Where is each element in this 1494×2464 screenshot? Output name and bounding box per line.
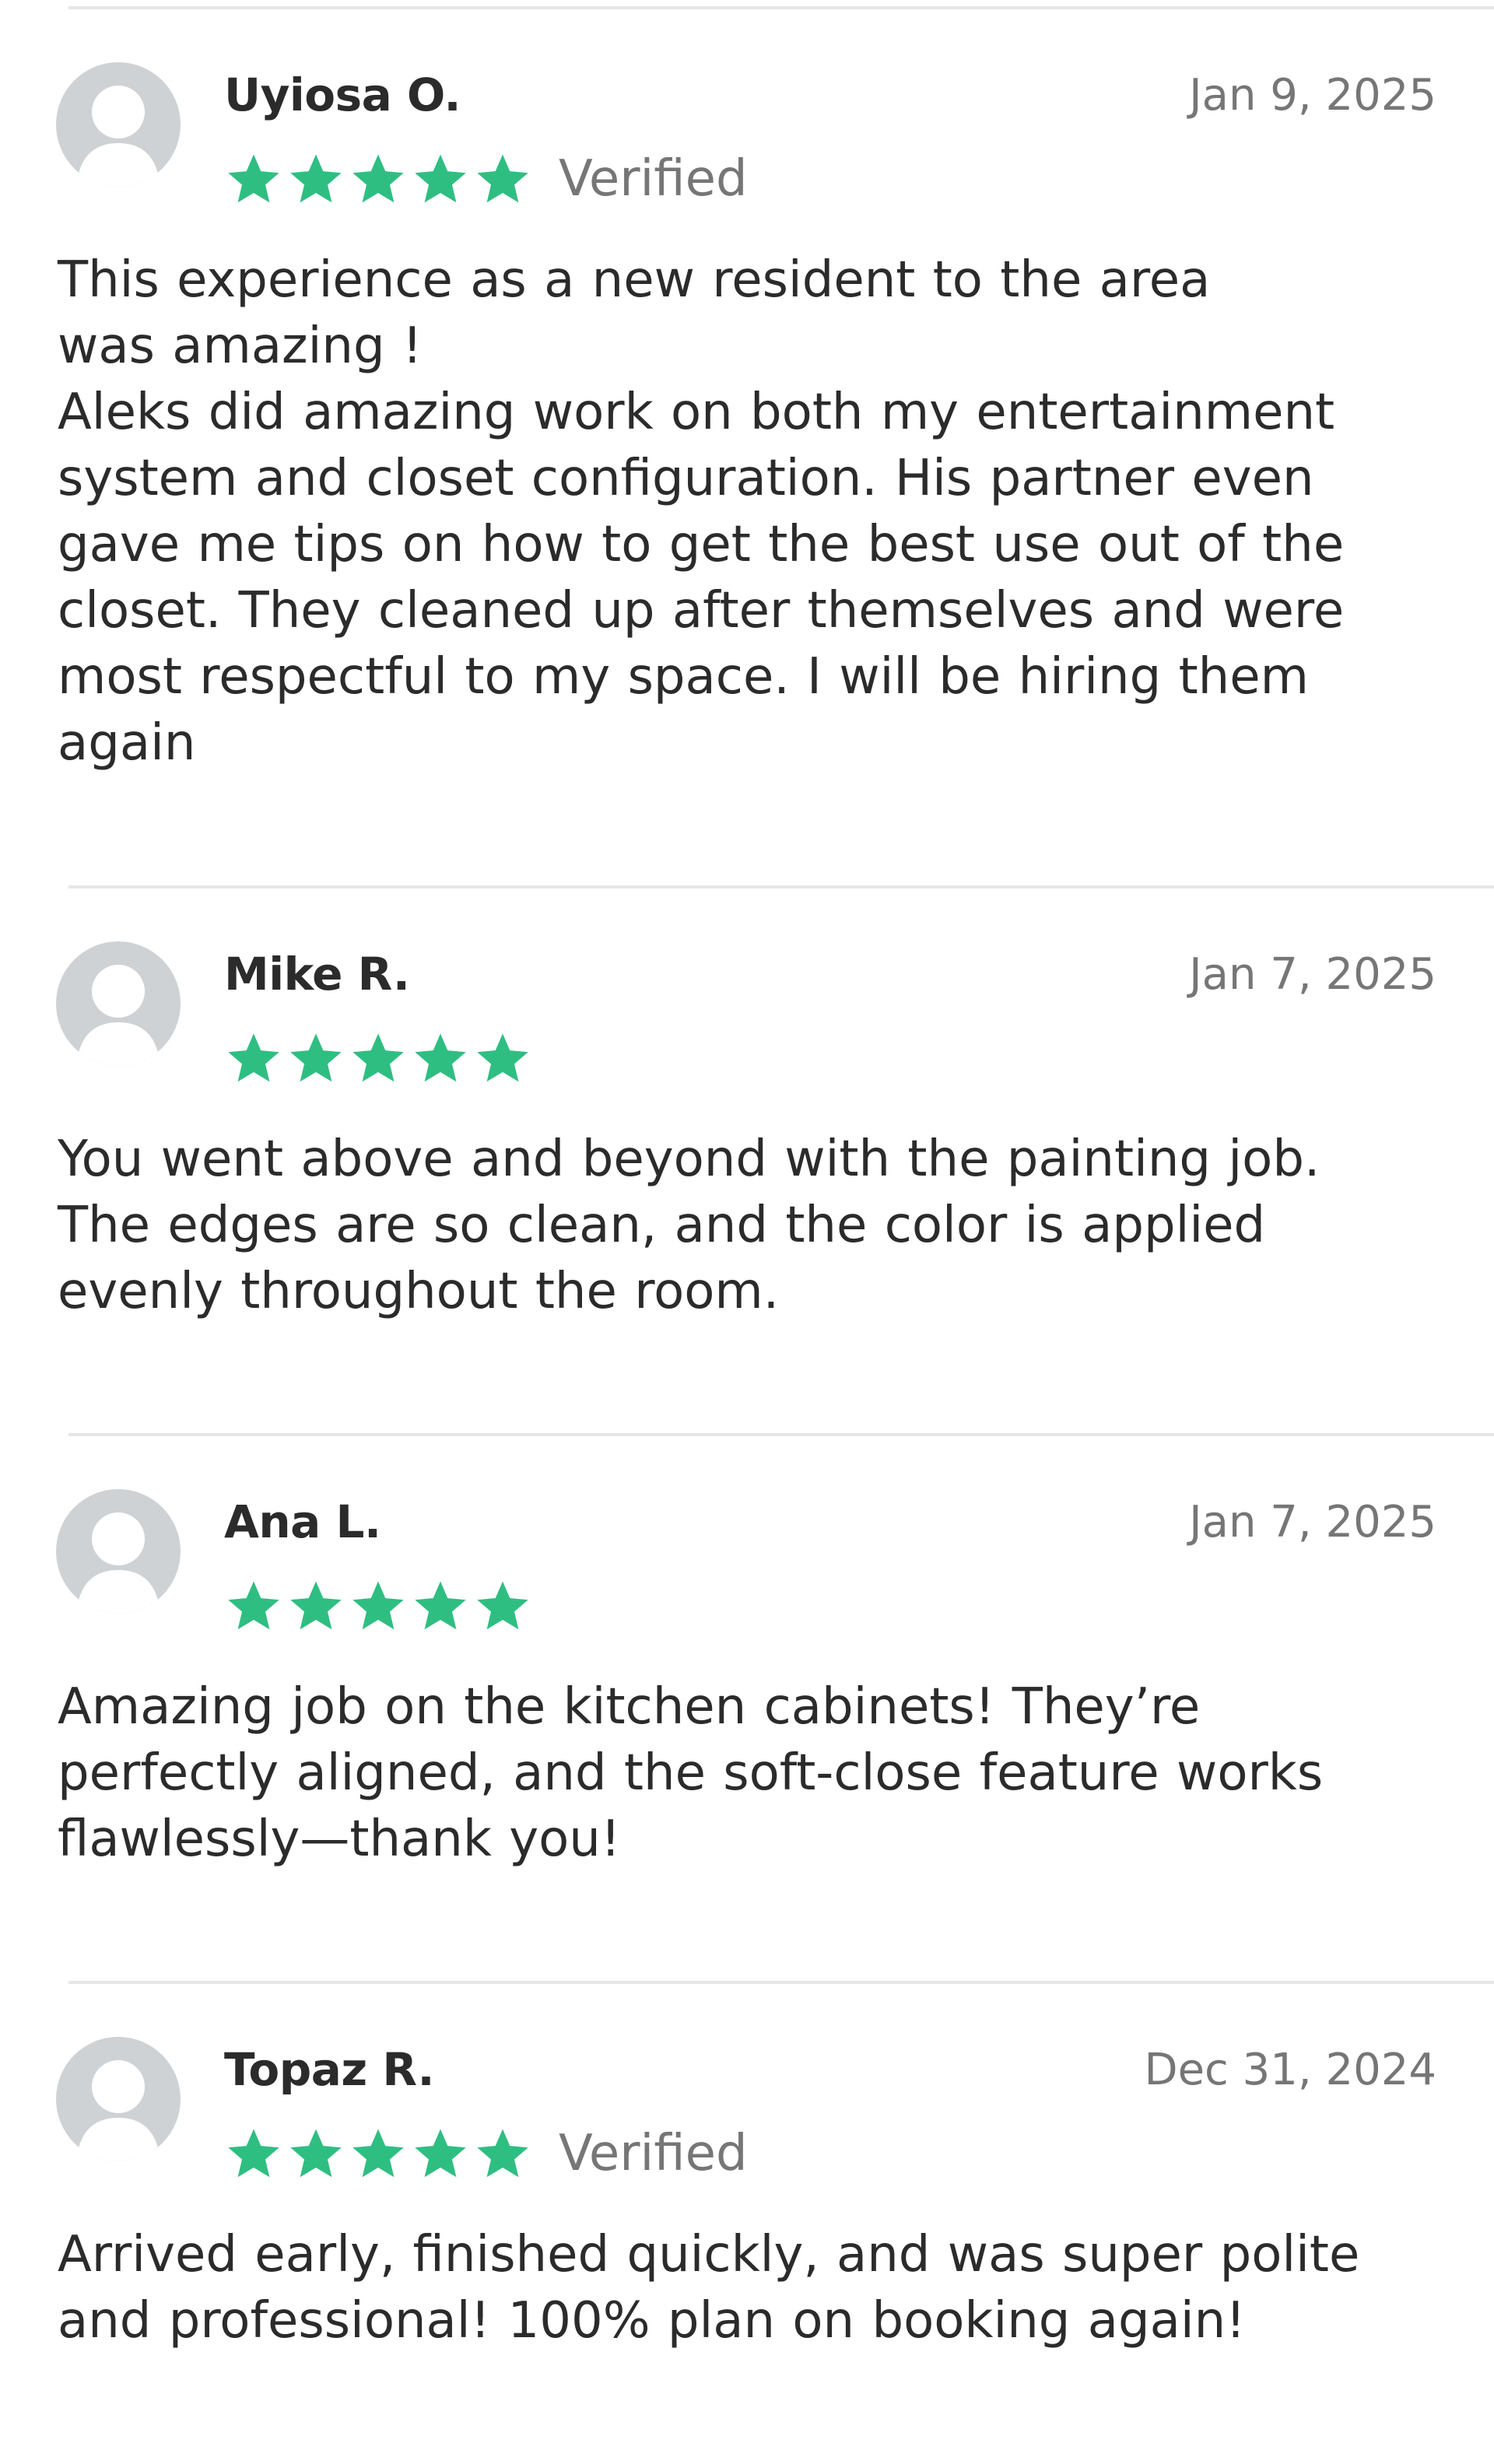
star-icon xyxy=(477,1581,528,1630)
avatar[interactable] xyxy=(56,1489,181,1614)
review-text: This experience as a new resident to the… xyxy=(58,251,1345,772)
user-placeholder-icon xyxy=(76,86,160,187)
reviewer-name: Uyiosa O. xyxy=(224,68,461,121)
star-icon xyxy=(352,1581,404,1630)
review-divider xyxy=(68,1433,1494,1436)
review-divider xyxy=(68,885,1494,889)
verified-badge: Verified xyxy=(559,150,748,208)
avatar[interactable] xyxy=(56,62,181,187)
star-icon xyxy=(477,1033,528,1082)
top-divider xyxy=(68,6,1494,9)
star-rating xyxy=(226,1576,537,1635)
star-icon xyxy=(290,1033,342,1082)
review-text: You went above and beyond with the paint… xyxy=(58,1130,1320,1320)
review-date: Dec 31, 2024 xyxy=(1144,2045,1436,2095)
star-icon xyxy=(415,154,466,203)
review-date: Jan 7, 2025 xyxy=(1189,949,1436,1000)
reviewer-name: Ana L. xyxy=(224,1495,381,1548)
star-rating: Verified xyxy=(226,149,748,209)
star-rating xyxy=(226,1029,537,1088)
star-icon xyxy=(290,1581,342,1630)
user-placeholder-icon xyxy=(76,965,160,1066)
star-icon xyxy=(415,1033,466,1082)
star-icon xyxy=(352,2129,404,2178)
user-placeholder-icon xyxy=(76,2060,160,2161)
star-icon xyxy=(477,2129,528,2178)
verified-badge: Verified xyxy=(559,2125,748,2182)
reviewer-name: Mike R. xyxy=(224,948,410,1001)
review-date: Jan 7, 2025 xyxy=(1189,1497,1436,1547)
star-icon xyxy=(228,1033,279,1082)
review-divider xyxy=(68,1981,1494,1984)
avatar[interactable] xyxy=(56,941,181,1066)
star-icon xyxy=(352,154,404,203)
star-icon xyxy=(228,1581,279,1630)
star-icon xyxy=(290,154,342,203)
review-text: Arrived early, finished quickly, and was… xyxy=(58,2226,1360,2350)
avatar[interactable] xyxy=(56,2037,181,2161)
reviewer-name: Topaz R. xyxy=(224,2043,435,2096)
star-icon xyxy=(290,2129,342,2178)
star-icon xyxy=(228,154,279,203)
review-text: Amazing job on the kitchen cabinets! The… xyxy=(58,1678,1324,1868)
user-placeholder-icon xyxy=(76,1512,160,1614)
star-icon xyxy=(352,1033,404,1082)
star-icon xyxy=(415,1581,466,1630)
star-rating: Verified xyxy=(226,2124,748,2183)
review-date: Jan 9, 2025 xyxy=(1189,70,1436,121)
star-icon xyxy=(415,2129,466,2178)
star-icon xyxy=(477,154,528,203)
star-icon xyxy=(228,2129,279,2178)
